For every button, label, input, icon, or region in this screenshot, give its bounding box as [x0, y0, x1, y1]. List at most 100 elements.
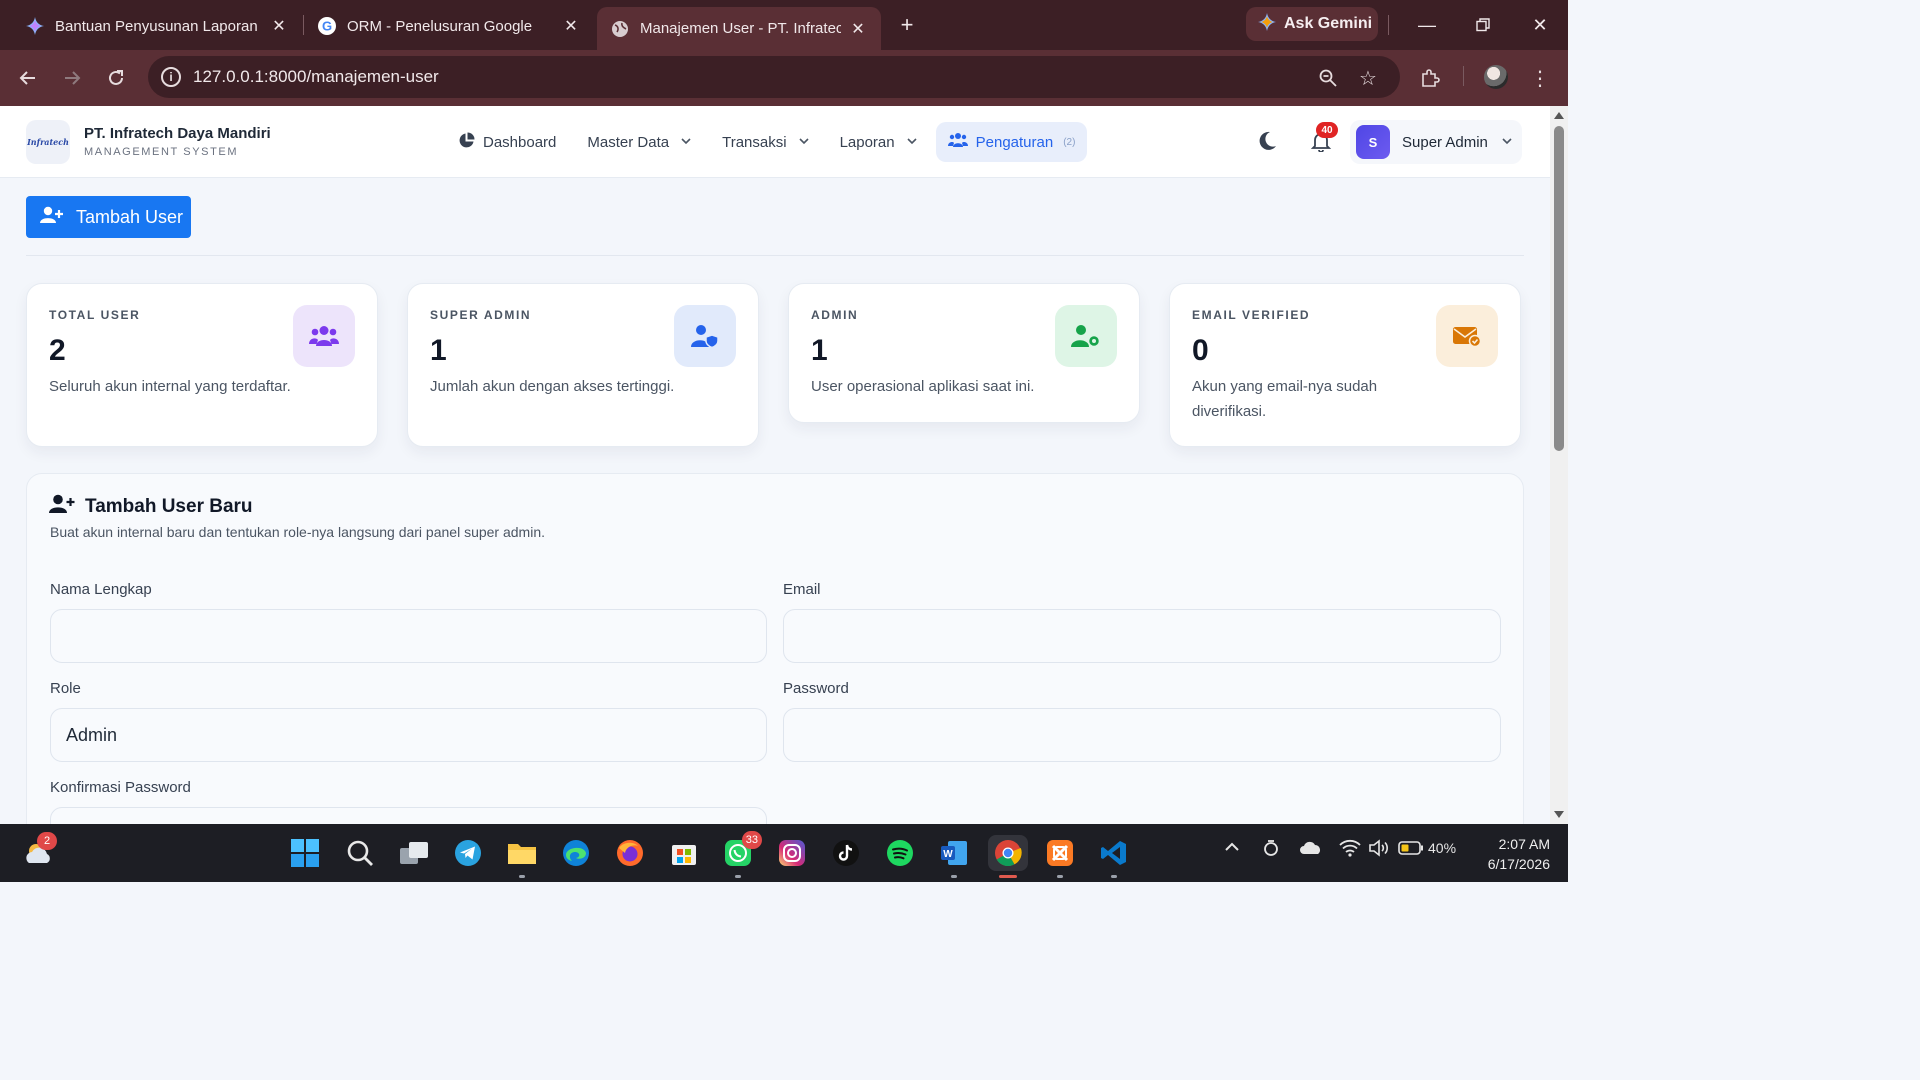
search-icon: [347, 840, 373, 866]
file-explorer-app[interactable]: [504, 835, 540, 878]
user-menu[interactable]: S Super Admin: [1350, 120, 1522, 164]
menu-pengaturan[interactable]: Pengaturan (2): [935, 122, 1088, 162]
kebab-menu-icon[interactable]: ⋮: [1526, 64, 1554, 92]
vscode-icon: [1101, 841, 1126, 865]
stat-card-total-user: TOTAL USER 2 Seluruh akun internal yang …: [26, 283, 378, 447]
users-icon: [293, 305, 355, 367]
role-select[interactable]: Admin: [50, 708, 767, 762]
sync-icon[interactable]: [1262, 839, 1280, 860]
bookmark-star-icon[interactable]: ☆: [1356, 66, 1380, 90]
search-button[interactable]: [342, 835, 378, 871]
brand-subtitle: MANAGEMENT SYSTEM: [84, 146, 239, 158]
envelope-check-icon: [1436, 305, 1498, 367]
close-icon[interactable]: ✕: [849, 20, 867, 38]
telegram-app[interactable]: [450, 835, 486, 871]
firefox-icon: [617, 840, 643, 866]
menu-laporan[interactable]: Laporan: [828, 122, 929, 162]
reload-icon[interactable]: [102, 64, 130, 92]
url-text: 127.0.0.1:8000/manajemen-user: [193, 67, 439, 86]
start-button[interactable]: [287, 835, 323, 871]
battery-indicator[interactable]: 40%: [1398, 840, 1456, 856]
menu-label: Transaksi: [722, 133, 787, 151]
close-icon[interactable]: ✕: [270, 17, 288, 35]
microsoft-store-app[interactable]: [666, 835, 702, 871]
users-icon: [947, 132, 968, 152]
scroll-up-icon[interactable]: [1554, 112, 1564, 119]
spotify-icon: [887, 840, 913, 866]
folder-icon: [508, 844, 536, 864]
scroll-down-icon[interactable]: [1554, 811, 1564, 818]
extensions-icon[interactable]: [1416, 64, 1444, 92]
back-arrow-icon[interactable]: [14, 64, 42, 92]
chevron-down-icon: [681, 137, 691, 148]
restore-icon[interactable]: [1470, 12, 1496, 38]
battery-percent: 40%: [1428, 840, 1457, 856]
instagram-app[interactable]: [774, 835, 810, 871]
stat-description: Akun yang email-nya sudah diverifikasi.: [1192, 378, 1378, 420]
stat-card-super-admin: SUPER ADMIN 1 Jumlah akun dengan akses t…: [407, 283, 759, 447]
word-icon: W: [941, 841, 967, 865]
clock-time: 2:07 AM: [1498, 836, 1550, 852]
user-gear-icon: [1055, 305, 1117, 367]
new-tab-button[interactable]: +: [894, 12, 920, 38]
spotify-app[interactable]: [882, 835, 918, 871]
user-shield-icon: [674, 305, 736, 367]
browser-tab-active[interactable]: Manajemen User - PT. Infratech ✕: [597, 7, 881, 50]
svg-text:G: G: [322, 19, 332, 34]
zoom-icon[interactable]: [1316, 66, 1340, 90]
clock-date: 6/17/2026: [1487, 856, 1550, 872]
password-input[interactable]: [783, 708, 1501, 762]
confirm-password-input[interactable]: [50, 807, 767, 824]
stat-card-admin: ADMIN 1 User operasional aplikasi saat i…: [788, 283, 1140, 423]
user-name: Super Admin: [1402, 133, 1488, 151]
browser-tab[interactable]: Bantuan Penyusunan Laporan M ✕: [12, 7, 302, 45]
dark-mode-toggle[interactable]: [1256, 130, 1280, 154]
chrome-app[interactable]: [988, 835, 1028, 878]
site-info-icon[interactable]: i: [161, 67, 181, 87]
menu-label: Dashboard: [483, 133, 557, 151]
browser-tab[interactable]: G ORM - Penelusuran Google ✕: [304, 7, 594, 45]
task-view-button[interactable]: [396, 835, 432, 871]
telegram-icon: [455, 840, 481, 866]
company-logo[interactable]: Infratech: [26, 120, 70, 164]
minimize-icon[interactable]: —: [1414, 12, 1440, 38]
profile-avatar[interactable]: [1484, 65, 1508, 89]
whatsapp-app[interactable]: 33: [720, 831, 762, 878]
scrollbar-thumb[interactable]: [1554, 126, 1564, 451]
ask-gemini-button[interactable]: Ask Gemini: [1246, 7, 1378, 41]
weather-widget[interactable]: 2: [21, 832, 57, 871]
menu-transaksi[interactable]: Transaksi: [710, 122, 820, 162]
system-clock[interactable]: 2:07 AM 6/17/2026: [1470, 834, 1550, 874]
add-user-button[interactable]: Tambah User: [26, 196, 191, 238]
address-bar[interactable]: i 127.0.0.1:8000/manajemen-user ☆: [148, 56, 1400, 98]
firefox-app[interactable]: [612, 835, 648, 871]
onedrive-icon[interactable]: [1299, 840, 1323, 859]
menu-master-data[interactable]: Master Data: [575, 122, 703, 162]
edge-app[interactable]: [558, 835, 594, 871]
windows-taskbar: 2 33 W 40% 2:07 AM 6/17/2026: [0, 824, 1568, 882]
browser-tab-strip: Bantuan Penyusunan Laporan M ✕ G ORM - P…: [0, 0, 1568, 50]
show-hidden-icons-chevron[interactable]: [1224, 839, 1240, 858]
close-window-icon[interactable]: ✕: [1527, 12, 1553, 38]
close-icon[interactable]: ✕: [562, 17, 580, 35]
wifi-icon[interactable]: [1339, 839, 1361, 860]
volume-icon[interactable]: [1368, 839, 1390, 860]
menu-dashboard[interactable]: Dashboard: [446, 122, 568, 162]
avatar: S: [1356, 125, 1390, 159]
running-indicator: [519, 875, 525, 878]
name-input[interactable]: [50, 609, 767, 663]
word-app[interactable]: W: [936, 835, 972, 878]
xampp-app[interactable]: [1042, 835, 1078, 878]
whatsapp-badge: 33: [741, 831, 762, 849]
forward-arrow-icon[interactable]: [58, 64, 86, 92]
vscode-app[interactable]: [1096, 835, 1132, 878]
add-user-form-card: Tambah User Baru Buat akun internal baru…: [26, 473, 1524, 824]
email-input[interactable]: [783, 609, 1501, 663]
battery-icon: [1398, 841, 1423, 855]
email-label: Email: [783, 581, 821, 598]
page-scrollbar[interactable]: [1550, 106, 1568, 824]
tiktok-app[interactable]: [828, 835, 864, 871]
notifications-button[interactable]: 40: [1310, 122, 1338, 154]
instagram-icon: [779, 840, 805, 866]
confirm-password-label: Konfirmasi Password: [50, 779, 191, 796]
